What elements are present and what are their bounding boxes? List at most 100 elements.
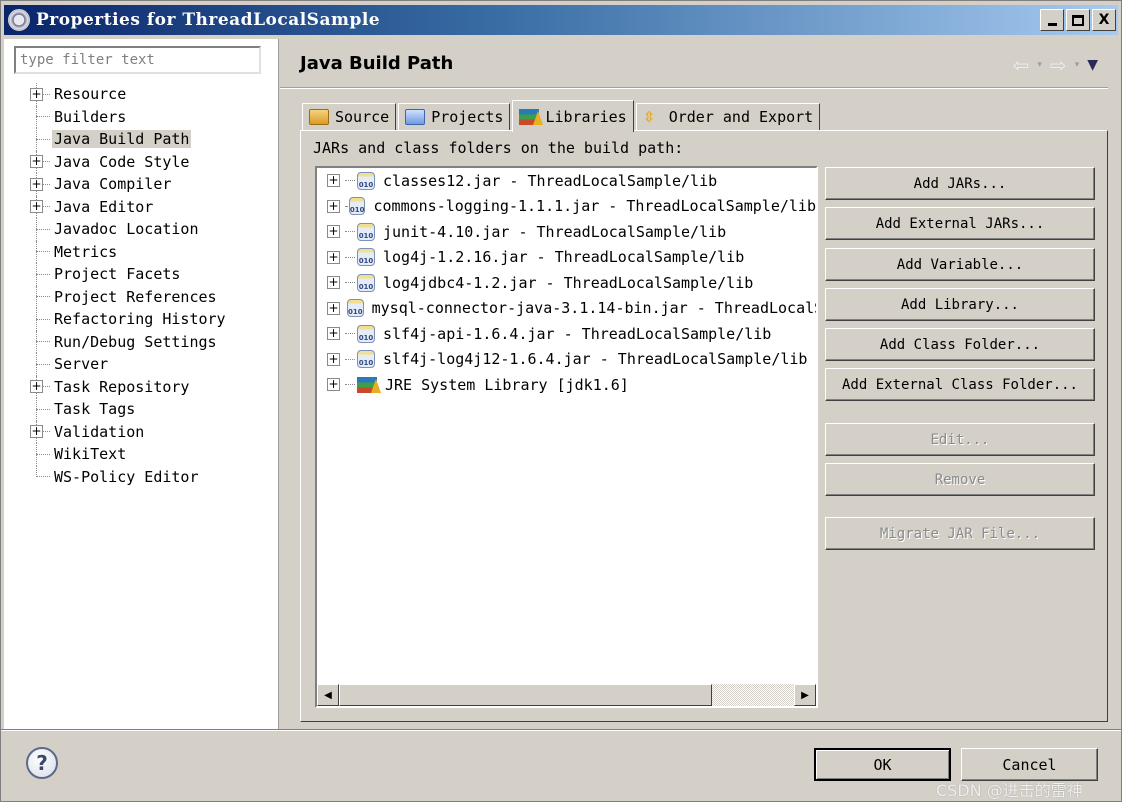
scroll-thumb[interactable] (339, 684, 713, 706)
sidebar-item-label: Server (54, 355, 109, 374)
library-entry[interactable]: +010 slf4j-api-1.6.4.jar - ThreadLocalSam… (317, 321, 816, 347)
add-variable-button[interactable]: Add Variable... (825, 248, 1095, 281)
view-menu-icon[interactable]: ▼ (1087, 57, 1098, 73)
expand-icon[interactable]: + (327, 250, 340, 264)
tree-connector (36, 308, 37, 331)
sidebar-item-javadoc-location[interactable]: Javadoc Location (28, 218, 228, 241)
expand-icon[interactable]: + (327, 199, 340, 213)
sidebar-item-task-repository[interactable]: + Task Repository (28, 375, 228, 398)
order-export-icon: ⇳ (642, 108, 656, 126)
sidebar-item-builders[interactable]: Builders (28, 105, 228, 128)
add-library-button[interactable]: Add Library... (825, 288, 1095, 321)
library-entry[interactable]: +010 commons-logging-1.1.1.jar - ThreadLo… (317, 194, 816, 220)
sidebar-item-project-references[interactable]: Project References (28, 285, 228, 308)
library-label: log4jdbc4-1.2.jar - ThreadLocalSample/li… (383, 273, 754, 292)
sidebar-item-task-tags[interactable]: Task Tags (28, 398, 228, 421)
jar-icon: 010 (357, 273, 375, 292)
library-entry[interactable]: +010 slf4j-log4j12-1.6.4.jar - ThreadLoca… (317, 347, 816, 373)
sidebar-item-refactoring-history[interactable]: Refactoring History (28, 308, 228, 331)
sidebar-item-project-facets[interactable]: Project Facets (28, 263, 228, 286)
help-icon[interactable]: ? (26, 747, 58, 779)
expand-icon[interactable]: + (327, 276, 340, 290)
forward-arrow-icon[interactable]: ⇨ (1050, 53, 1067, 77)
add-jars-button[interactable]: Add JARs... (825, 167, 1095, 200)
minimize-button[interactable] (1040, 9, 1064, 31)
jar-icon: 010 (347, 299, 364, 318)
forward-history-dropdown-icon[interactable]: ▾ (1075, 60, 1080, 70)
back-history-dropdown-icon[interactable]: ▾ (1037, 60, 1042, 70)
filter-input[interactable] (14, 46, 261, 74)
library-label: log4j-1.2.16.jar - ThreadLocalSample/lib (383, 248, 745, 267)
add-class-folder-button[interactable]: Add Class Folder... (825, 328, 1095, 361)
library-label: classes12.jar - ThreadLocalSample/lib (383, 171, 718, 190)
expand-icon[interactable]: + (30, 380, 43, 394)
sidebar-item-java-build-path[interactable]: Java Build Path (28, 128, 228, 151)
expand-icon[interactable]: + (30, 155, 43, 169)
tree-connector (36, 218, 37, 241)
migrate-jar-file-button[interactable]: Migrate JAR File... (825, 517, 1095, 550)
add-external-jars-button[interactable]: Add External JARs... (825, 207, 1095, 240)
tree-connector (36, 476, 50, 478)
close-button[interactable]: X (1092, 9, 1116, 31)
library-entry[interactable]: +010 mysql-connector-java-3.1.14-bin.jar … (317, 296, 816, 322)
tree-connector (36, 240, 37, 263)
expand-icon[interactable]: + (327, 225, 340, 239)
scroll-left-button[interactable]: ◀ (317, 684, 339, 706)
horizontal-scrollbar[interactable]: ◀ ▶ (317, 684, 816, 706)
sidebar-item-wikitext[interactable]: WikiText (28, 443, 228, 466)
expand-icon[interactable]: + (327, 301, 340, 315)
edit-button[interactable]: Edit... (825, 423, 1095, 456)
expand-icon[interactable]: + (30, 200, 43, 214)
sidebar-item-label: Metrics (54, 242, 118, 261)
add-external-class-folder-button[interactable]: Add External Class Folder... (825, 368, 1095, 401)
tree-connector (36, 353, 37, 376)
tab-projects[interactable]: Projects (398, 103, 511, 131)
tab-source[interactable]: Source (302, 103, 397, 131)
sidebar-item-server[interactable]: Server (28, 353, 228, 376)
tree-connector (345, 256, 355, 258)
sidebar-item-java-code-style[interactable]: + Java Code Style (28, 150, 228, 173)
library-rows: +010 classes12.jar - ThreadLocalSample/li… (317, 168, 816, 398)
remove-button[interactable]: Remove (825, 463, 1095, 496)
build-path-entries-tree[interactable]: +010 classes12.jar - ThreadLocalSample/li… (315, 166, 818, 708)
tab-label: Source (335, 108, 390, 126)
property-pages-tree: + Resource Builders Java Build Path + Java Co… (28, 83, 228, 488)
sidebar-item-ws-policy-editor[interactable]: WS-Policy Editor (28, 465, 228, 489)
ok-button[interactable]: OK (814, 748, 951, 781)
scroll-track[interactable] (339, 684, 794, 706)
sidebar-item-java-compiler[interactable]: + Java Compiler (28, 173, 228, 196)
sidebar-item-run-debug-settings[interactable]: Run/Debug Settings (28, 330, 228, 353)
library-label: junit-4.10.jar - ThreadLocalSample/lib (383, 222, 727, 241)
library-entry[interactable]: +010 classes12.jar - ThreadLocalSample/li… (317, 168, 816, 194)
expand-icon[interactable]: + (30, 87, 43, 101)
tab-order-and-export[interactable]: ⇳ Order and Export (635, 103, 821, 131)
expand-icon[interactable]: + (327, 174, 340, 188)
projects-folder-icon (405, 109, 426, 125)
library-entry[interactable]: +010 log4j-1.2.16.jar - ThreadLocalSample… (317, 245, 816, 271)
java-build-path-page: Java Build Path ⇦ ▾ ⇨ ▾ ▼ Source Project… (280, 39, 1118, 729)
sidebar-item-java-editor[interactable]: + Java Editor (28, 195, 228, 218)
tree-connector (36, 251, 50, 253)
maximize-button[interactable] (1066, 9, 1090, 31)
tree-connector (36, 363, 50, 365)
expand-icon[interactable]: + (327, 378, 340, 392)
tree-connector (36, 138, 50, 140)
sidebar-item-resource[interactable]: + Resource (28, 83, 228, 106)
source-folder-icon (309, 109, 329, 125)
expand-icon[interactable]: + (327, 327, 340, 341)
tab-libraries[interactable]: Libraries (512, 100, 634, 132)
expand-icon[interactable]: + (30, 177, 43, 191)
back-arrow-icon[interactable]: ⇦ (1013, 53, 1030, 77)
sidebar-item-label: Refactoring History (54, 310, 226, 329)
expand-icon[interactable]: + (327, 352, 340, 366)
library-entry[interactable]: + JRE System Library [jdk1.6] (317, 372, 816, 398)
library-entry[interactable]: +010 log4jdbc4-1.2.jar - ThreadLocalSampl… (317, 270, 816, 296)
sidebar-item-metrics[interactable]: Metrics (28, 240, 228, 263)
jar-icon: 010 (357, 222, 375, 241)
sidebar-item-validation[interactable]: + Validation (28, 420, 228, 443)
scroll-right-button[interactable]: ▶ (794, 684, 816, 706)
expand-icon[interactable]: + (30, 425, 43, 439)
library-entry[interactable]: +010 junit-4.10.jar - ThreadLocalSample/l… (317, 219, 816, 245)
tree-connector (36, 318, 50, 320)
sidebar-item-label: Validation (54, 422, 145, 441)
